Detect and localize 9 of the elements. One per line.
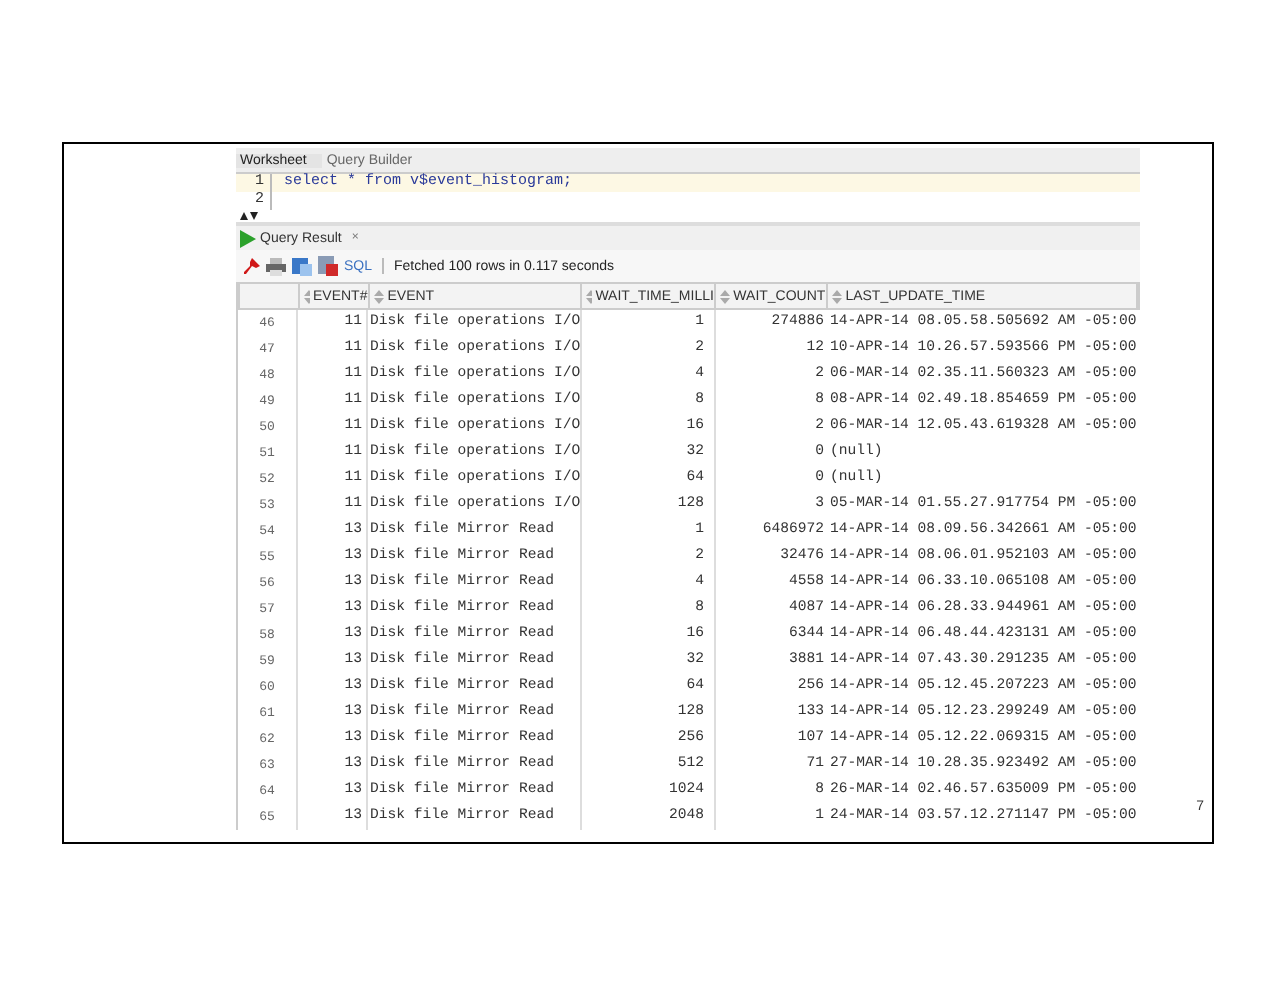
sort-icon — [719, 289, 730, 303]
sort-icon — [373, 289, 384, 303]
printer-icon[interactable] — [266, 257, 286, 275]
export-icon[interactable] — [292, 256, 312, 276]
sort-icon — [303, 289, 309, 303]
splitter-arrows-icon[interactable] — [240, 211, 258, 221]
sort-icon — [586, 289, 592, 303]
sort-icon — [831, 289, 842, 303]
pin-icon[interactable] — [242, 257, 260, 275]
